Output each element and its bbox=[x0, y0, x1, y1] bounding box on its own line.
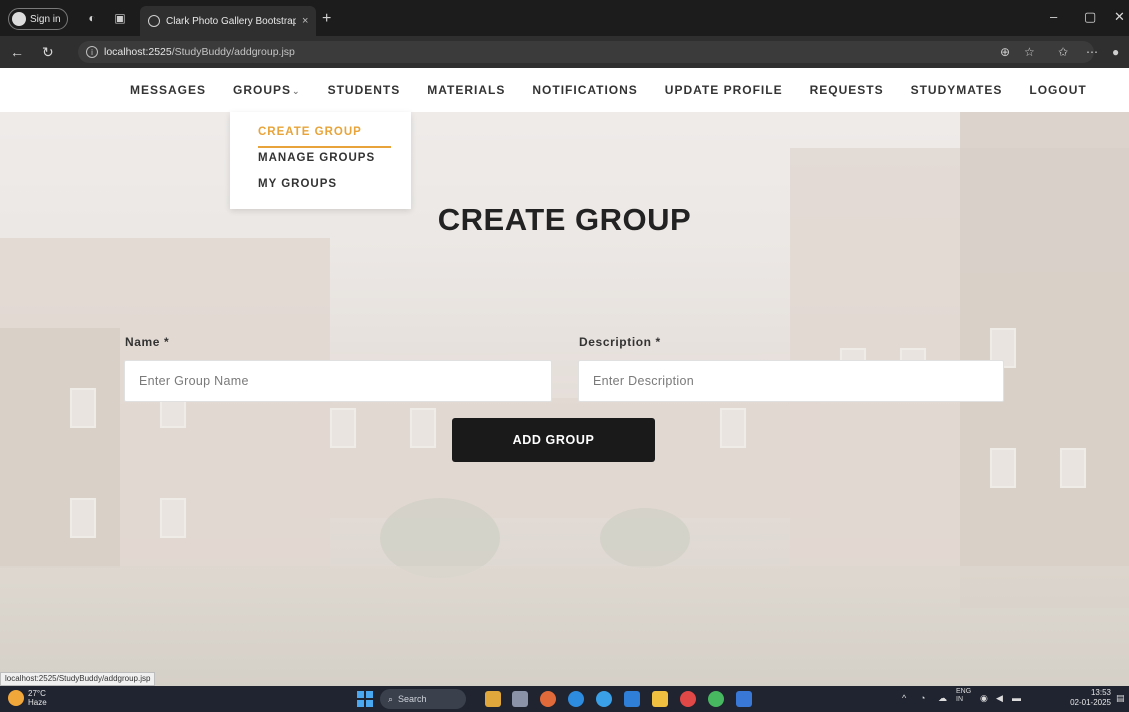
tab-close-button[interactable]: × bbox=[302, 15, 308, 27]
browser-tab-bar: Sign in ◐ ▣ Clark Photo Gallery Bootstra… bbox=[0, 0, 1129, 36]
task-view-icon[interactable] bbox=[512, 691, 528, 707]
onedrive-icon[interactable]: ☁ bbox=[938, 693, 947, 704]
store-icon[interactable] bbox=[624, 691, 640, 707]
status-bar-url: localhost:2525/StudyBuddy/addgroup.jsp bbox=[0, 672, 156, 686]
chevron-up-icon[interactable]: ^ bbox=[902, 693, 906, 703]
search-icon: ⌕ bbox=[388, 693, 394, 704]
groups-dropdown-menu: CREATE GROUP MANAGE GROUPS MY GROUPS bbox=[230, 112, 411, 209]
search-label: Search bbox=[398, 694, 427, 704]
minimize-button[interactable]: – bbox=[1050, 9, 1057, 24]
weather-icon bbox=[8, 690, 24, 706]
globe-icon bbox=[148, 15, 160, 27]
nav-notifications[interactable]: NOTIFICATIONS bbox=[532, 83, 637, 97]
volume-icon[interactable]: ◀ bbox=[996, 693, 1003, 704]
back-arrow-icon[interactable]: ← bbox=[10, 44, 24, 60]
lang-line1: ENG bbox=[956, 688, 972, 695]
browser-address-bar: ← ↻ i localhost:2525/StudyBuddy/addgroup… bbox=[0, 36, 1129, 68]
refresh-icon[interactable]: ↻ bbox=[42, 44, 54, 61]
new-tab-button[interactable]: + bbox=[322, 10, 331, 28]
page-title: CREATE GROUP bbox=[437, 202, 692, 237]
lang-line2: IN bbox=[956, 696, 963, 703]
profile-avatar-icon bbox=[12, 12, 26, 26]
weather-temp: 27°C bbox=[28, 689, 46, 698]
menu-item-create-group[interactable]: CREATE GROUP bbox=[258, 122, 391, 148]
edge-browser-icon[interactable] bbox=[568, 691, 584, 707]
site-info-icon[interactable]: i bbox=[86, 46, 98, 58]
tab-actions-icon[interactable]: ▣ bbox=[112, 10, 128, 26]
notification-icon[interactable]: ▤ bbox=[1116, 693, 1125, 704]
workspaces-icon[interactable]: ◐ bbox=[84, 10, 100, 26]
sign-in-label: Sign in bbox=[30, 13, 61, 25]
menu-item-manage-groups[interactable]: MANAGE GROUPS bbox=[258, 148, 411, 174]
group-name-input[interactable] bbox=[124, 360, 552, 402]
nav-requests[interactable]: REQUESTS bbox=[810, 83, 884, 97]
nav-studymates[interactable]: STUDYMATES bbox=[911, 83, 1003, 97]
browser-tab-active[interactable]: Clark Photo Gallery Bootstrap Re... × bbox=[140, 6, 316, 36]
url-input[interactable]: i localhost:2525/StudyBuddy/addgroup.jsp bbox=[78, 41, 1094, 63]
url-host: localhost:2525 bbox=[104, 46, 172, 58]
nav-messages[interactable]: MESSAGES bbox=[130, 83, 206, 97]
app-icon-green[interactable] bbox=[708, 691, 724, 707]
nav-logout[interactable]: LOGOUT bbox=[1029, 83, 1086, 97]
app-icon-red[interactable] bbox=[680, 691, 696, 707]
nav-students[interactable]: STUDENTS bbox=[328, 83, 401, 97]
app-icon-blue[interactable] bbox=[736, 691, 752, 707]
tab-title: Clark Photo Gallery Bootstrap Re... bbox=[166, 15, 296, 27]
widget-app-icon[interactable] bbox=[485, 691, 501, 707]
clock-time: 13:53 bbox=[1090, 688, 1111, 697]
nav-update-profile[interactable]: UPDATE PROFILE bbox=[665, 83, 783, 97]
nav-groups[interactable]: GROUPS⌄ bbox=[233, 83, 301, 97]
windows-taskbar: 27°C Haze ⌕ Search ^ ◔ ☁ ENG IN ◉ ◀ ▬ 13… bbox=[0, 686, 1129, 712]
clock-date: 02-01-2025 bbox=[1070, 698, 1111, 707]
tray-app-icon[interactable]: ◔ bbox=[920, 693, 925, 703]
nav-groups-label: GROUPS bbox=[233, 83, 292, 97]
favorite-star-icon[interactable]: ☆ bbox=[1024, 45, 1035, 59]
page-viewport: MESSAGES GROUPS⌄ STUDENTS MATERIALS NOTI… bbox=[0, 68, 1129, 686]
weather-desc: Haze bbox=[28, 698, 47, 707]
add-group-button[interactable]: ADD GROUP bbox=[452, 418, 655, 462]
clock[interactable]: 13:53 02-01-2025 bbox=[1070, 688, 1111, 708]
copilot-app-icon[interactable] bbox=[540, 691, 556, 707]
zoom-icon[interactable]: ⊕ bbox=[1000, 45, 1010, 59]
file-explorer-icon[interactable] bbox=[652, 691, 668, 707]
wifi-icon[interactable]: ◉ bbox=[980, 693, 988, 704]
battery-icon[interactable]: ▬ bbox=[1012, 693, 1021, 703]
description-input[interactable] bbox=[578, 360, 1004, 402]
windows-start-icon[interactable] bbox=[357, 691, 373, 707]
restore-button[interactable]: ▢ bbox=[1084, 9, 1096, 25]
chrome-browser-icon[interactable] bbox=[596, 691, 612, 707]
more-menu-icon[interactable]: ⋯ bbox=[1086, 45, 1098, 59]
language-indicator[interactable]: ENG IN bbox=[956, 688, 971, 704]
name-label: Name * bbox=[125, 335, 170, 349]
close-window-button[interactable]: ✕ bbox=[1114, 9, 1125, 25]
chevron-down-icon: ⌄ bbox=[292, 86, 301, 96]
url-path: /StudyBuddy/addgroup.jsp bbox=[171, 46, 295, 58]
favorites-icon[interactable]: ✩ bbox=[1058, 45, 1068, 59]
main-nav-bar: MESSAGES GROUPS⌄ STUDENTS MATERIALS NOTI… bbox=[0, 68, 1129, 112]
menu-item-my-groups[interactable]: MY GROUPS bbox=[258, 174, 411, 200]
sign-in-button[interactable]: Sign in bbox=[8, 8, 68, 30]
copilot-icon[interactable]: ● bbox=[1112, 45, 1119, 59]
taskbar-search[interactable]: ⌕ Search bbox=[380, 689, 466, 709]
nav-materials[interactable]: MATERIALS bbox=[427, 83, 505, 97]
weather-widget[interactable]: 27°C Haze bbox=[8, 689, 47, 707]
description-label: Description * bbox=[579, 335, 661, 349]
